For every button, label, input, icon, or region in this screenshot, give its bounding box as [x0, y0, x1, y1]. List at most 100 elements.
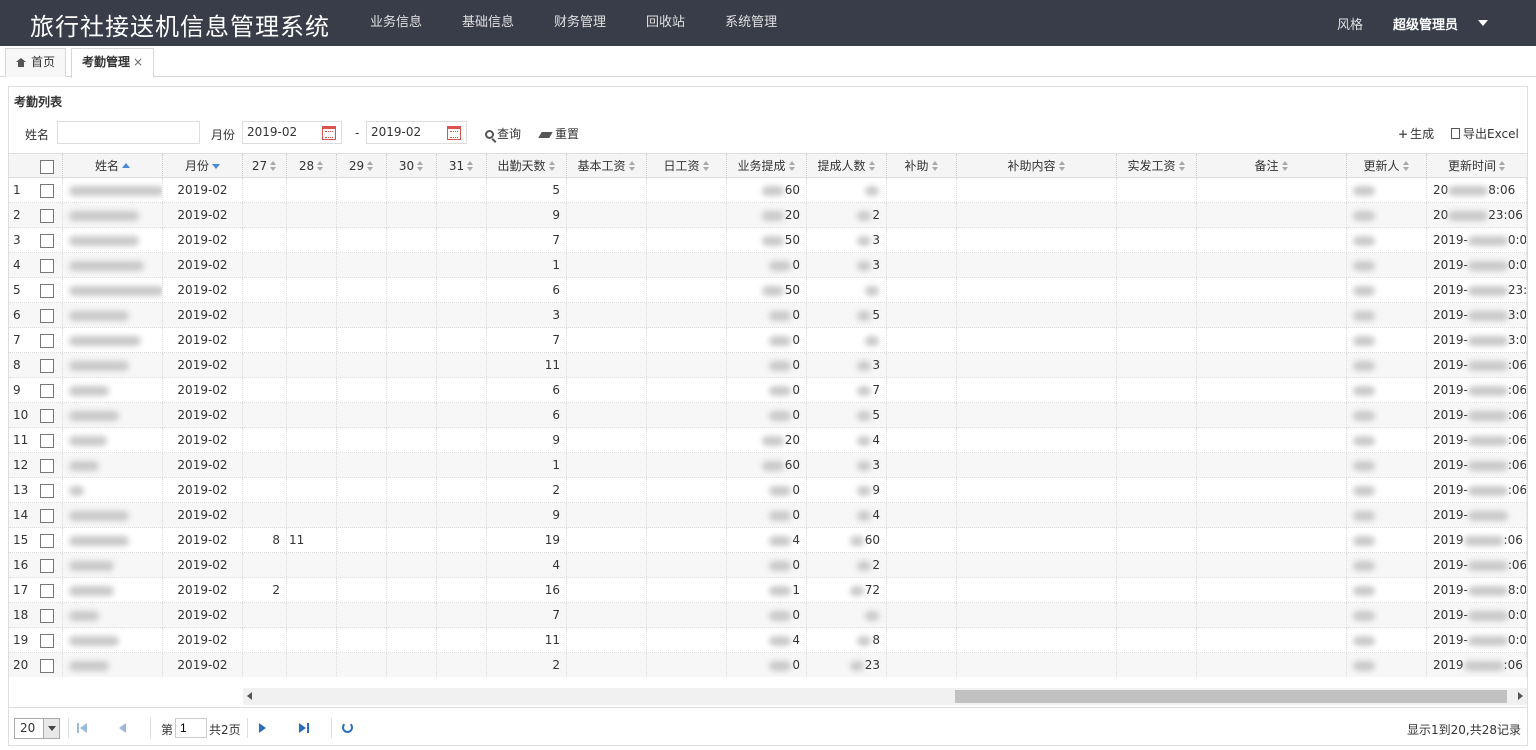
reset-button[interactable]: 重置 [538, 125, 579, 142]
table-row[interactable]: 4 2019-02 1 0 3 2019- 0:06 [9, 253, 1527, 278]
scrollbar-thumb[interactable] [955, 690, 1507, 703]
table-row[interactable]: 2 2019-02 9 20 2 20 23:06 [9, 203, 1527, 228]
scroll-right-icon[interactable] [1518, 692, 1523, 700]
header-d29[interactable]: 29 [337, 154, 387, 178]
table-row[interactable]: 8 2019-02 11 0 3 2019-:06 [9, 353, 1527, 378]
row-checkbox[interactable] [31, 553, 63, 577]
row-checkbox[interactable] [31, 228, 63, 252]
header-updated[interactable]: 更新时间 [1427, 154, 1527, 178]
row-checkbox[interactable] [31, 403, 63, 427]
table-row[interactable]: 9 2019-02 6 0 7 2019-:06 [9, 378, 1527, 403]
checkbox[interactable] [39, 483, 54, 498]
chevron-down-icon[interactable] [1478, 20, 1488, 26]
header-d28[interactable]: 28 [287, 154, 337, 178]
header-days[interactable]: 出勤天数 [487, 154, 567, 178]
row-checkbox[interactable] [31, 178, 63, 202]
nav-item-basic[interactable]: 基础信息 [442, 0, 534, 46]
header-subsidy-content[interactable]: 补助内容 [957, 154, 1117, 178]
header-month[interactable]: 月份 [163, 154, 243, 178]
table-row[interactable]: 11 2019-02 9 20 4 2019-:06 [9, 428, 1527, 453]
header-d27[interactable]: 27 [243, 154, 287, 178]
checkbox[interactable] [39, 658, 54, 673]
header-name[interactable]: 姓名 [63, 154, 163, 178]
table-row[interactable]: 6 2019-02 3 0 5 2019- 3:06 [9, 303, 1527, 328]
checkbox[interactable] [39, 383, 54, 398]
table-row[interactable]: 7 2019-02 7 0 2019- 3:06 [9, 328, 1527, 353]
refresh-icon[interactable] [342, 722, 353, 733]
row-checkbox[interactable] [31, 253, 63, 277]
checkbox[interactable] [39, 583, 54, 598]
checkbox[interactable] [39, 633, 54, 648]
generate-button[interactable]: + 生成 [1398, 125, 1434, 142]
nav-item-system[interactable]: 系统管理 [705, 0, 797, 46]
checkbox[interactable] [39, 608, 54, 623]
checkbox[interactable] [39, 433, 54, 448]
table-row[interactable]: 10 2019-02 6 0 5 2019-:06 [9, 403, 1527, 428]
table-row[interactable]: 1 2019-02 5 60 20 8:06 [9, 178, 1527, 203]
table-row[interactable]: 18 2019-02 7 0 2019- 0:06 [9, 603, 1527, 628]
table-row[interactable]: 3 2019-02 7 50 3 2019- 0:06 [9, 228, 1527, 253]
scroll-left-icon[interactable] [247, 692, 252, 700]
table-row[interactable]: 16 2019-02 4 0 2 2019-:06 [9, 553, 1527, 578]
header-base[interactable]: 基本工资 [567, 154, 647, 178]
horizontal-scrollbar[interactable] [243, 688, 1527, 705]
tab-attendance[interactable]: 考勤管理 × [71, 48, 155, 78]
row-checkbox[interactable] [31, 278, 63, 302]
checkbox[interactable] [39, 358, 54, 373]
name-input[interactable] [57, 121, 200, 144]
header-count[interactable]: 提成人数 [807, 154, 887, 178]
header-d30[interactable]: 30 [387, 154, 437, 178]
row-checkbox[interactable] [31, 478, 63, 502]
checkbox[interactable] [39, 458, 54, 473]
table-row[interactable]: 12 2019-02 1 60 3 2019-:06 [9, 453, 1527, 478]
header-remark[interactable]: 备注 [1197, 154, 1347, 178]
header-commission[interactable]: 业务提成 [727, 154, 807, 178]
row-checkbox[interactable] [31, 203, 63, 227]
page-number-input[interactable] [175, 718, 207, 738]
month-to-input[interactable]: 2019-02 [366, 121, 467, 144]
checkbox[interactable] [39, 258, 54, 273]
table-row[interactable]: 15 2019-02 8 11 19 4 60 2019:06 [9, 528, 1527, 553]
month-from-input[interactable]: 2019-02 [242, 121, 342, 144]
checkbox[interactable] [39, 333, 54, 348]
calendar-icon[interactable] [447, 126, 461, 140]
row-checkbox[interactable] [31, 378, 63, 402]
nav-item-finance[interactable]: 财务管理 [534, 0, 626, 46]
first-page-icon[interactable] [77, 722, 89, 734]
nav-item-recycle[interactable]: 回收站 [626, 0, 705, 46]
header-updater[interactable]: 更新人 [1347, 154, 1427, 178]
table-row[interactable]: 13 2019-02 2 0 9 2019-:06 [9, 478, 1527, 503]
calendar-icon[interactable] [322, 126, 336, 140]
table-row[interactable]: 19 2019-02 11 4 8 2019- 0:06 [9, 628, 1527, 653]
header-actual[interactable]: 实发工资 [1117, 154, 1197, 178]
table-row[interactable]: 17 2019-02 2 16 1 72 2019- 8:06 [9, 578, 1527, 603]
user-menu[interactable]: 超级管理员 [1393, 14, 1458, 33]
row-checkbox[interactable] [31, 653, 63, 677]
header-select-all[interactable] [31, 154, 63, 178]
checkbox[interactable] [39, 508, 54, 523]
search-button[interactable]: 查询 [485, 125, 521, 142]
checkbox[interactable] [39, 283, 54, 298]
header-d31[interactable]: 31 [437, 154, 487, 178]
row-checkbox[interactable] [31, 603, 63, 627]
checkbox[interactable] [39, 558, 54, 573]
row-checkbox[interactable] [31, 328, 63, 352]
checkbox[interactable] [39, 183, 54, 198]
nav-item-business[interactable]: 业务信息 [350, 0, 442, 46]
row-checkbox[interactable] [31, 628, 63, 652]
checkbox[interactable] [39, 308, 54, 323]
table-row[interactable]: 14 2019-02 9 0 4 2019- [9, 503, 1527, 528]
checkbox[interactable] [39, 159, 54, 174]
row-checkbox[interactable] [31, 578, 63, 602]
export-excel-button[interactable]: 导出Excel [1451, 125, 1519, 142]
row-checkbox[interactable] [31, 503, 63, 527]
checkbox[interactable] [39, 408, 54, 423]
table-row[interactable]: 5 2019-02 6 50 2019- 23:06 [9, 278, 1527, 303]
table-row[interactable]: 20 2019-02 2 0 23 2019:06 [9, 653, 1527, 677]
style-link[interactable]: 风格 [1337, 14, 1363, 33]
close-icon[interactable]: × [133, 55, 143, 69]
checkbox[interactable] [39, 233, 54, 248]
chevron-down-icon[interactable] [43, 719, 59, 738]
header-daily[interactable]: 日工资 [647, 154, 727, 178]
row-checkbox[interactable] [31, 303, 63, 327]
